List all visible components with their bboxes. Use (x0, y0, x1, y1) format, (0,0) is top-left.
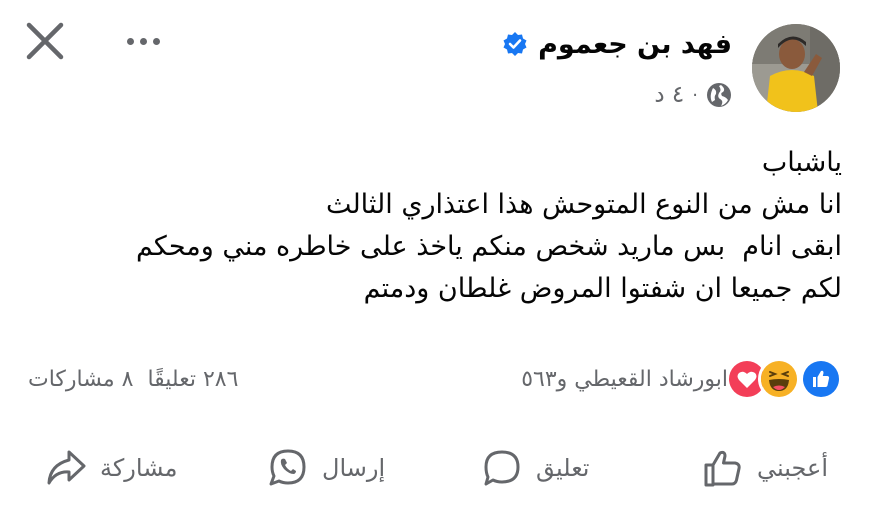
send-label: إرسال (322, 454, 386, 482)
post-line: ابقى انام بس ماريد شخص منكم ياخذ على خاط… (135, 231, 842, 262)
share-icon (47, 450, 86, 485)
post-meta: ٤ د · (654, 78, 732, 112)
comment-icon (484, 450, 520, 486)
like-button[interactable]: أعجبني (701, 438, 828, 498)
close-button[interactable] (22, 18, 68, 64)
more-options-button[interactable] (118, 26, 168, 56)
post-time[interactable]: ٤ د (654, 82, 684, 108)
post-line: انا مش من النوع المتوحش هذا اعتذاري الثا… (325, 189, 842, 220)
reactions-summary[interactable]: ابورشاد القعيطي و٥٦٣ (521, 356, 842, 402)
globe-icon (707, 83, 731, 107)
more-icon (126, 37, 134, 45)
send-button[interactable]: إرسال (266, 438, 385, 498)
comment-button[interactable]: تعليق (480, 438, 589, 498)
shares-count[interactable]: ٨ مشاركات (28, 367, 133, 392)
engagement-counts: ٢٨٦ تعليقًا ٨ مشاركات (28, 356, 238, 402)
close-icon (26, 22, 64, 60)
post-text: ياشباب انا مش من النوع المتوحش هذا اعتذا… (22, 142, 842, 310)
whatsapp-icon (269, 449, 306, 486)
like-icon (704, 450, 741, 487)
comments-count[interactable]: ٢٨٦ تعليقًا (147, 367, 238, 392)
meta-separator: · (692, 84, 698, 106)
share-button[interactable]: مشاركة (44, 438, 177, 498)
reactors-text: ابورشاد القعيطي و٥٦٣ (521, 366, 728, 392)
share-label: مشاركة (100, 454, 178, 482)
like-label: أعجبني (757, 454, 828, 482)
avatar-image (752, 24, 840, 112)
comment-label: تعليق (536, 454, 590, 482)
post-line: ياشباب (761, 147, 842, 178)
verified-badge-icon (503, 32, 527, 56)
haha-reaction-icon (758, 358, 800, 400)
author-name[interactable]: فهد بن جعموم (538, 29, 732, 60)
author-row: فهد بن جعموم (502, 22, 732, 66)
avatar[interactable] (752, 24, 840, 112)
like-reaction-icon (800, 358, 842, 400)
post-line: لكم جميعا ان شفتوا المروض غلطان ودمتم (363, 273, 842, 304)
